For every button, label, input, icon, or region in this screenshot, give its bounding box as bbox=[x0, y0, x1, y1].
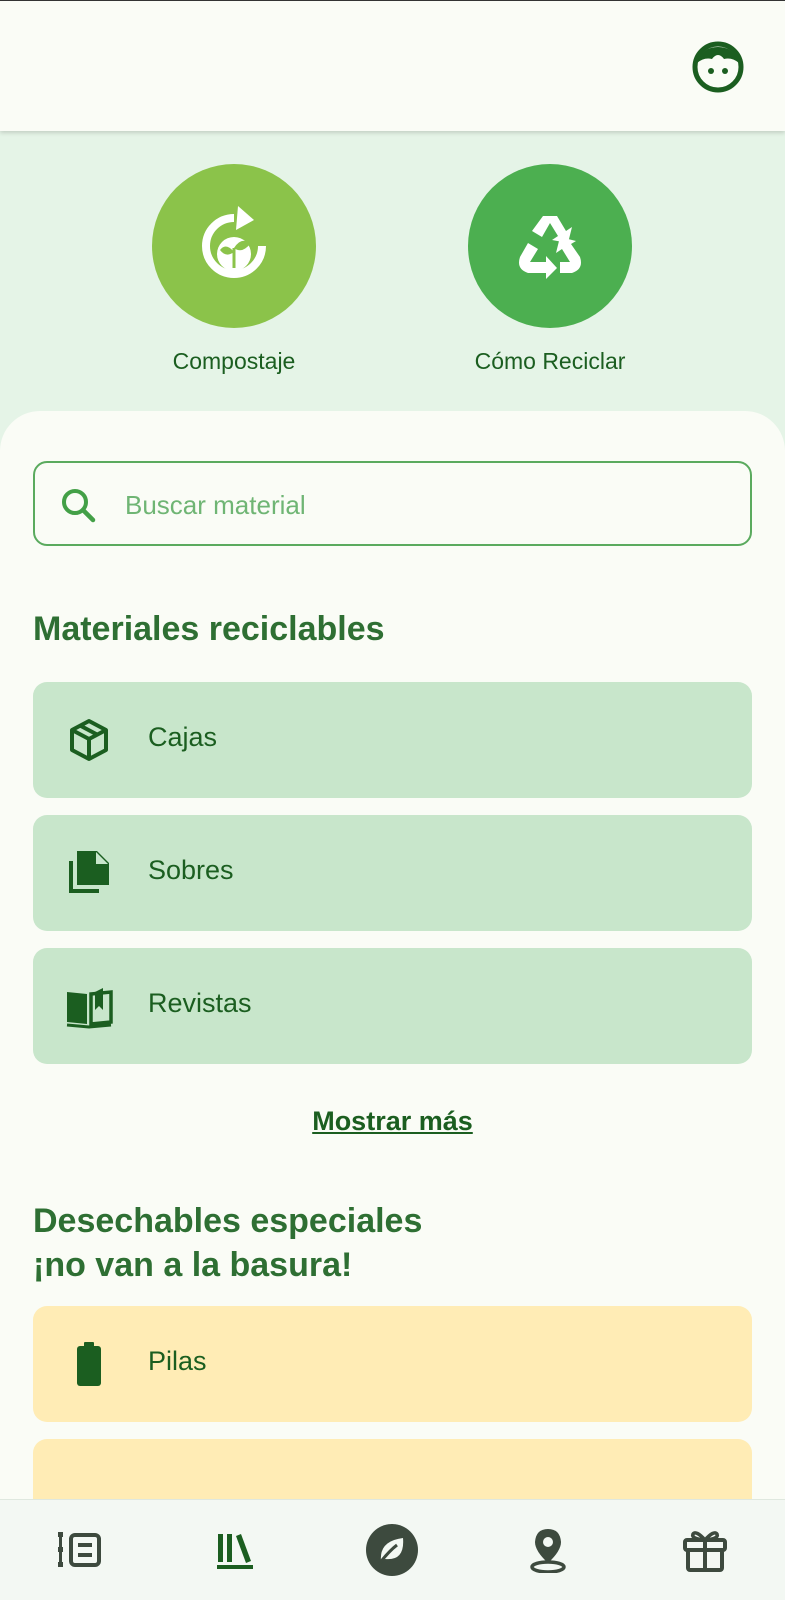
how-to-recycle-label: Cómo Reciclar bbox=[474, 348, 626, 374]
recycle-icon bbox=[519, 216, 581, 279]
location-pin-icon bbox=[530, 1529, 566, 1573]
kid-face-icon[interactable] bbox=[692, 41, 744, 93]
list-icon bbox=[58, 1532, 101, 1567]
how-to-recycle-button[interactable]: Cómo Reciclar bbox=[450, 164, 650, 375]
documents-icon bbox=[69, 851, 109, 893]
gift-icon bbox=[683, 1531, 727, 1572]
nav-gift[interactable] bbox=[675, 1522, 735, 1578]
show-more-link[interactable]: Mostrar más bbox=[0, 1106, 785, 1137]
nav-leaf[interactable] bbox=[362, 1522, 422, 1578]
leaf-icon bbox=[366, 1524, 418, 1576]
hero-section: Compostaje Cómo Reciclar bbox=[0, 131, 785, 451]
open-book-icon bbox=[66, 988, 113, 1029]
compost-label: Compostaje bbox=[172, 348, 296, 374]
recyclables-title: Materiales reciclables bbox=[33, 610, 385, 648]
search-input[interactable] bbox=[125, 481, 725, 529]
compost-circle bbox=[152, 164, 316, 328]
box-icon bbox=[70, 719, 108, 761]
nav-list[interactable] bbox=[49, 1522, 109, 1578]
nav-library[interactable] bbox=[205, 1522, 265, 1578]
material-label: Sobres bbox=[148, 855, 234, 885]
material-item-cajas[interactable]: Cajas bbox=[33, 682, 752, 798]
nav-location[interactable] bbox=[518, 1522, 578, 1578]
compost-icon bbox=[202, 206, 266, 278]
search-icon bbox=[62, 489, 96, 523]
special-title-line2: ¡no van a la basura! bbox=[33, 1246, 353, 1284]
content-sheet: Materiales reciclables Cajas Sobres Revi… bbox=[0, 411, 785, 1499]
bottom-navigation bbox=[0, 1499, 785, 1600]
battery-icon bbox=[77, 1342, 101, 1386]
special-title-line1: Desechables especiales bbox=[33, 1202, 423, 1240]
material-label: Cajas bbox=[148, 722, 218, 752]
special-item[interactable] bbox=[33, 1439, 752, 1499]
compost-button[interactable]: Compostaje bbox=[134, 164, 334, 375]
search-field[interactable] bbox=[33, 461, 752, 546]
library-icon bbox=[217, 1534, 253, 1569]
material-label: Revistas bbox=[148, 988, 252, 1018]
recycle-circle bbox=[468, 164, 632, 328]
material-item-sobres[interactable]: Sobres bbox=[33, 815, 752, 931]
special-item-pilas[interactable]: Pilas bbox=[33, 1306, 752, 1422]
special-label: Pilas bbox=[148, 1346, 207, 1376]
app-bar bbox=[0, 0, 785, 131]
material-item-revistas[interactable]: Revistas bbox=[33, 948, 752, 1064]
